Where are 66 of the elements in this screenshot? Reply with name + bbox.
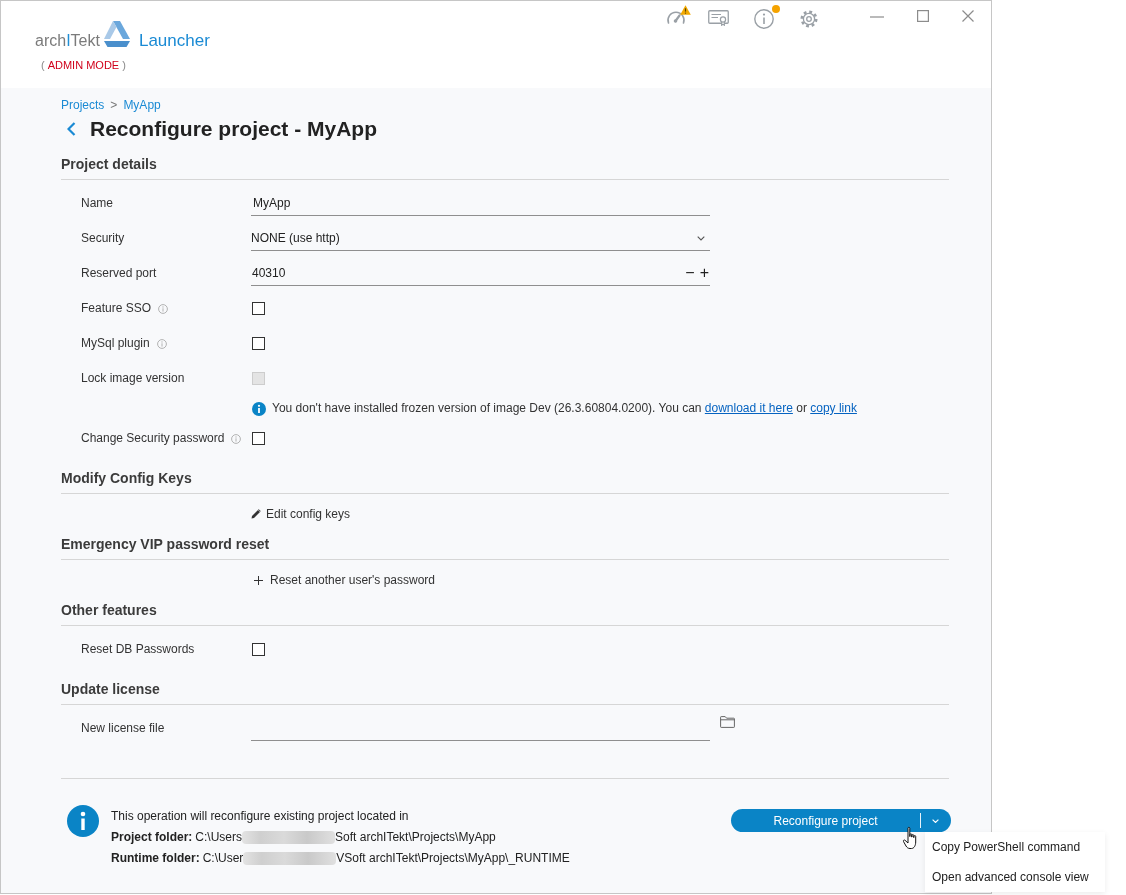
breadcrumb-link[interactable]: MyApp bbox=[123, 97, 161, 113]
checkbox[interactable] bbox=[252, 302, 265, 315]
parenthesis-text: ) bbox=[122, 58, 126, 72]
section-heading: Other features bbox=[61, 600, 157, 619]
action-link[interactable]: Edit config keys bbox=[266, 506, 351, 522]
info-icon[interactable] bbox=[754, 9, 774, 29]
info-icon[interactable] bbox=[156, 338, 167, 349]
operation-description: This operation will reconfigure existing project located in bbox=[111, 808, 409, 825]
brand-wordmark: archITekt bbox=[35, 31, 100, 51]
number-field[interactable]: 40310 − + bbox=[251, 261, 710, 286]
folder-label: Project folder: bbox=[111, 829, 193, 846]
settings-icon[interactable] bbox=[800, 10, 818, 28]
menu-item[interactable]: Open advanced console view bbox=[925, 862, 1105, 892]
field-label: Name bbox=[81, 196, 113, 211]
field-label: Reserved port bbox=[81, 266, 157, 281]
decrement-button[interactable]: − bbox=[684, 265, 696, 281]
gauge-icon[interactable] bbox=[666, 9, 686, 25]
text-link[interactable]: copy link bbox=[810, 401, 857, 415]
folder-path: C:\Users bbox=[195, 829, 243, 846]
info-icon[interactable] bbox=[158, 303, 169, 314]
info-icon bbox=[67, 805, 99, 837]
field-label: MySql plugin bbox=[81, 336, 150, 351]
text-link[interactable]: download it here bbox=[704, 401, 793, 415]
increment-button[interactable]: + bbox=[698, 265, 710, 281]
logo-icon bbox=[102, 20, 131, 48]
section-heading: Project details bbox=[61, 154, 157, 173]
close-icon[interactable] bbox=[962, 10, 974, 22]
breadcrumb-separator: > bbox=[110, 97, 118, 113]
folder-path: C:\User bbox=[202, 850, 244, 867]
notice-text: You don't have installed frozen version of image Dev (26.3.60804.0200). You can download it here or copy link bbox=[272, 401, 857, 416]
admin-mode-label: ADMIN MODE bbox=[47, 58, 120, 72]
folder-label: Runtime folder: bbox=[111, 850, 200, 867]
maximize-icon[interactable] bbox=[917, 10, 929, 22]
field-label: Reset DB Passwords bbox=[81, 642, 195, 657]
section-heading: Update license bbox=[61, 679, 160, 698]
plus-icon bbox=[254, 575, 263, 585]
breadcrumb-link[interactable]: Projects bbox=[61, 97, 105, 113]
section-heading: Emergency VIP password reset bbox=[61, 534, 270, 553]
folder-icon[interactable] bbox=[720, 716, 735, 728]
certificate-icon[interactable] bbox=[708, 10, 729, 26]
text-field[interactable]: MyApp bbox=[251, 191, 710, 216]
pencil-icon bbox=[251, 509, 261, 519]
parenthesis-text: ( bbox=[41, 58, 45, 72]
caret-icon bbox=[932, 818, 939, 823]
info-icon[interactable] bbox=[231, 433, 242, 444]
reconfigure-button[interactable]: Reconfigure project bbox=[731, 809, 920, 832]
back-chevron-icon[interactable] bbox=[67, 122, 76, 136]
folder-path: VSoft archITekt\Projects\MyApp\_RUNTIME bbox=[336, 850, 570, 867]
folder-path: Soft archITekt\Projects\MyApp bbox=[335, 829, 496, 846]
dropdown-field[interactable]: NONE (use http) bbox=[251, 226, 710, 251]
checkbox[interactable] bbox=[252, 337, 265, 350]
action-link[interactable]: Reset another user's password bbox=[270, 572, 436, 588]
checkbox[interactable] bbox=[252, 432, 265, 445]
field-label: Change Security password bbox=[81, 431, 225, 446]
menu-item[interactable]: Copy PowerShell command bbox=[925, 832, 1105, 862]
field-label: Feature SSO bbox=[81, 301, 152, 316]
page-title: Reconfigure project - MyApp bbox=[90, 116, 378, 142]
field-label: Lock image version bbox=[81, 371, 185, 386]
checkbox[interactable] bbox=[252, 643, 265, 656]
field-label: New license file bbox=[81, 721, 165, 736]
product-name: Launcher bbox=[138, 31, 210, 51]
section-heading: Modify Config Keys bbox=[61, 468, 192, 487]
chevron-down-icon bbox=[697, 235, 705, 241]
dropdown-toggle-button[interactable] bbox=[920, 809, 951, 832]
info-icon bbox=[252, 401, 266, 416]
field-label: Security bbox=[81, 231, 125, 246]
